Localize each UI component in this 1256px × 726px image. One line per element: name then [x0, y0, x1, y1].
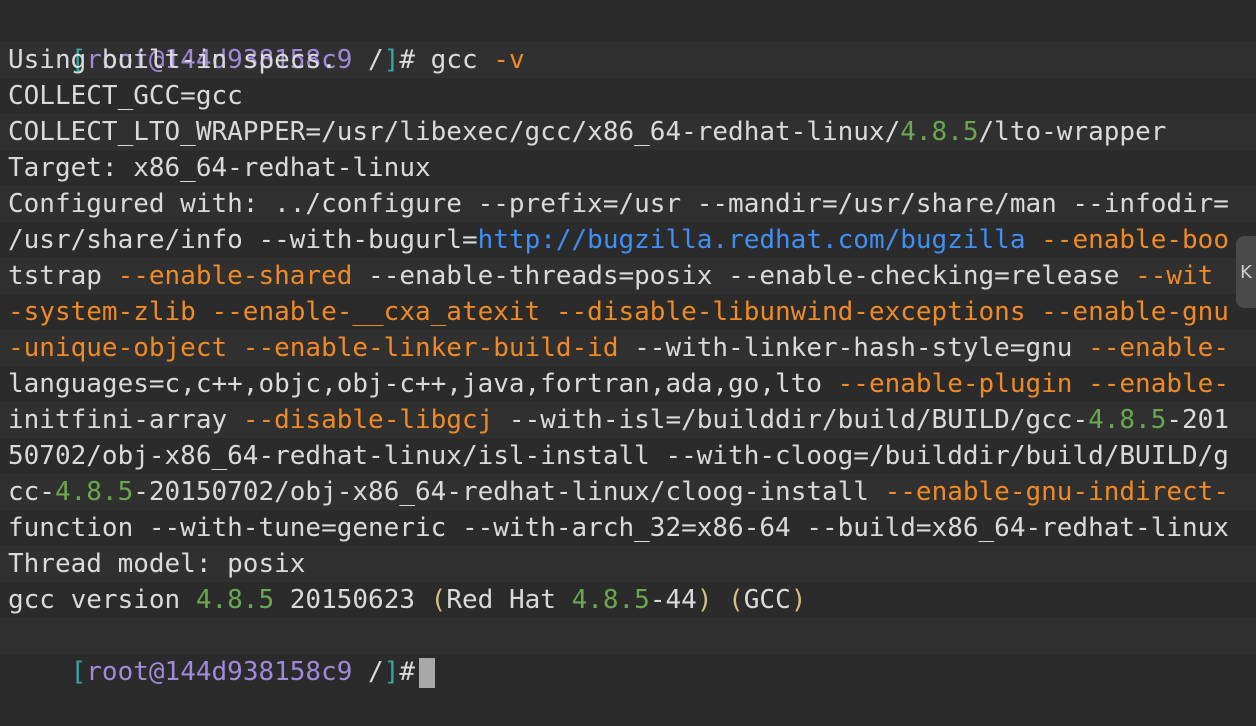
output-segment: ( [728, 585, 744, 615]
output-segment: 20150623 [274, 585, 431, 615]
prompt-symbol: # [399, 45, 416, 75]
prompt-path: / [352, 45, 384, 75]
output-line: tstrap --enable-shared --enable-threads=… [8, 258, 1213, 294]
output-segment: function --with-tune=generic --with-arch… [8, 513, 1229, 543]
prompt-symbol: # [399, 657, 416, 687]
command-name: gcc [415, 45, 494, 75]
prompt-line-top: [root@144d938158c9 /]# gcc -v [8, 6, 525, 75]
prompt-close-bracket: ] [383, 45, 400, 75]
side-handle-glyph: K [1240, 261, 1252, 283]
output-segment: --with-linker-hash-style=gnu [618, 333, 1089, 363]
bug-url-link[interactable]: http://bugzilla.redhat.com/bugzilla [478, 225, 1026, 255]
output-segment: Thread model: posix [8, 549, 306, 579]
prompt-close-bracket: ] [383, 657, 400, 687]
output-segment: Red Hat [446, 585, 572, 615]
output-segment: GCC [743, 585, 791, 615]
output-segment: --disable-libgcj [242, 405, 494, 435]
output-segment: --enable-threads=posix --enable-checking… [352, 261, 1136, 291]
prompt-line-bottom[interactable]: [root@144d938158c9 /]# [8, 618, 436, 688]
output-line: cc-4.8.5-20150702/obj-x86_64-redhat-linu… [8, 474, 1229, 510]
output-segment: 4.8.5 [1088, 405, 1167, 435]
output-segment: initfini-array [8, 405, 243, 435]
output-line: -system-zlib --enable-__cxa_atexit --dis… [8, 294, 1229, 330]
output-segment: --enable-gnu-indirect- [884, 477, 1229, 507]
output-segment: cc- [8, 477, 55, 507]
output-segment: 4.8.5 [900, 117, 979, 147]
text-cursor [419, 657, 436, 688]
output-line: Target: x86_64-redhat-linux [8, 150, 431, 186]
output-segment: COLLECT_GCC=gcc [8, 81, 243, 111]
terminal-window[interactable]: [root@144d938158c9 /]# gcc -v Using buil… [0, 0, 1256, 688]
output-segment: --enable- [1088, 333, 1229, 363]
output-segment: --wit [1135, 261, 1214, 291]
output-segment: 4.8.5 [571, 585, 650, 615]
output-segment: /usr/share/info --with-bugurl= [8, 225, 478, 255]
prompt-path: / [352, 657, 384, 687]
output-segment: -20150702/obj-x86_64-redhat-linux/cloog-… [133, 477, 885, 507]
output-line: Configured with: ../configure --prefix=/… [8, 186, 1229, 222]
output-segment: -201 [1166, 405, 1229, 435]
output-segment: languages=c,c++,objc,obj-c++,java,fortra… [8, 369, 838, 399]
output-line: function --with-tune=generic --with-arch… [8, 510, 1229, 546]
output-segment: Configured with: ../configure --prefix=/… [8, 189, 1229, 219]
output-line: gcc version 4.8.5 20150623 (Red Hat 4.8.… [8, 582, 806, 618]
output-segment: 4.8.5 [54, 477, 134, 507]
output-segment: /lto-wrapper [978, 117, 1167, 147]
output-segment: Using built-in specs. [8, 45, 337, 75]
output-line: 50702/obj-x86_64-redhat-linux/isl-instal… [8, 438, 1229, 474]
output-segment [712, 585, 728, 615]
output-line: /usr/share/info --with-bugurl=http://bug… [8, 222, 1229, 258]
output-segment: -unique-object --enable-linker-build-id [8, 333, 619, 363]
output-line: Using built-in specs. [8, 42, 337, 78]
output-segment: ) [790, 585, 807, 615]
output-segment: gcc version [8, 585, 196, 615]
output-line: COLLECT_GCC=gcc [8, 78, 243, 114]
output-segment: --enable-boo [1041, 225, 1229, 255]
output-segment: tstrap [8, 261, 118, 291]
prompt-user-host: root@144d938158c9 [86, 657, 353, 687]
output-line: COLLECT_LTO_WRAPPER=/usr/libexec/gcc/x86… [8, 114, 1166, 150]
output-line: languages=c,c++,objc,obj-c++,java,fortra… [8, 366, 1229, 402]
output-line: Thread model: posix [8, 546, 305, 582]
output-segment: -44 [649, 585, 697, 615]
output-segment: ( [430, 585, 447, 615]
output-segment: --with-isl=/builddir/build/BUILD/gcc- [493, 405, 1089, 435]
output-segment [1025, 225, 1041, 255]
output-segment: --enable-shared [117, 261, 353, 291]
side-panel-handle[interactable]: K [1236, 236, 1256, 308]
output-segment: ) [696, 585, 713, 615]
output-segment: Target: x86_64-redhat-linux [8, 153, 431, 183]
output-segment: 4.8.5 [195, 585, 275, 615]
prompt-open-bracket: [ [70, 657, 87, 687]
output-segment: --enable-plugin --enable- [837, 369, 1229, 399]
output-segment: -system-zlib --enable-__cxa_atexit --dis… [8, 297, 1229, 327]
output-segment: 50702/obj-x86_64-redhat-linux/isl-instal… [8, 441, 1229, 471]
command-flag: -v [493, 45, 525, 75]
output-line: -unique-object --enable-linker-build-id … [8, 330, 1229, 366]
output-segment: COLLECT_LTO_WRAPPER=/usr/libexec/gcc/x86… [8, 117, 901, 147]
output-line: initfini-array --disable-libgcj --with-i… [8, 402, 1229, 438]
